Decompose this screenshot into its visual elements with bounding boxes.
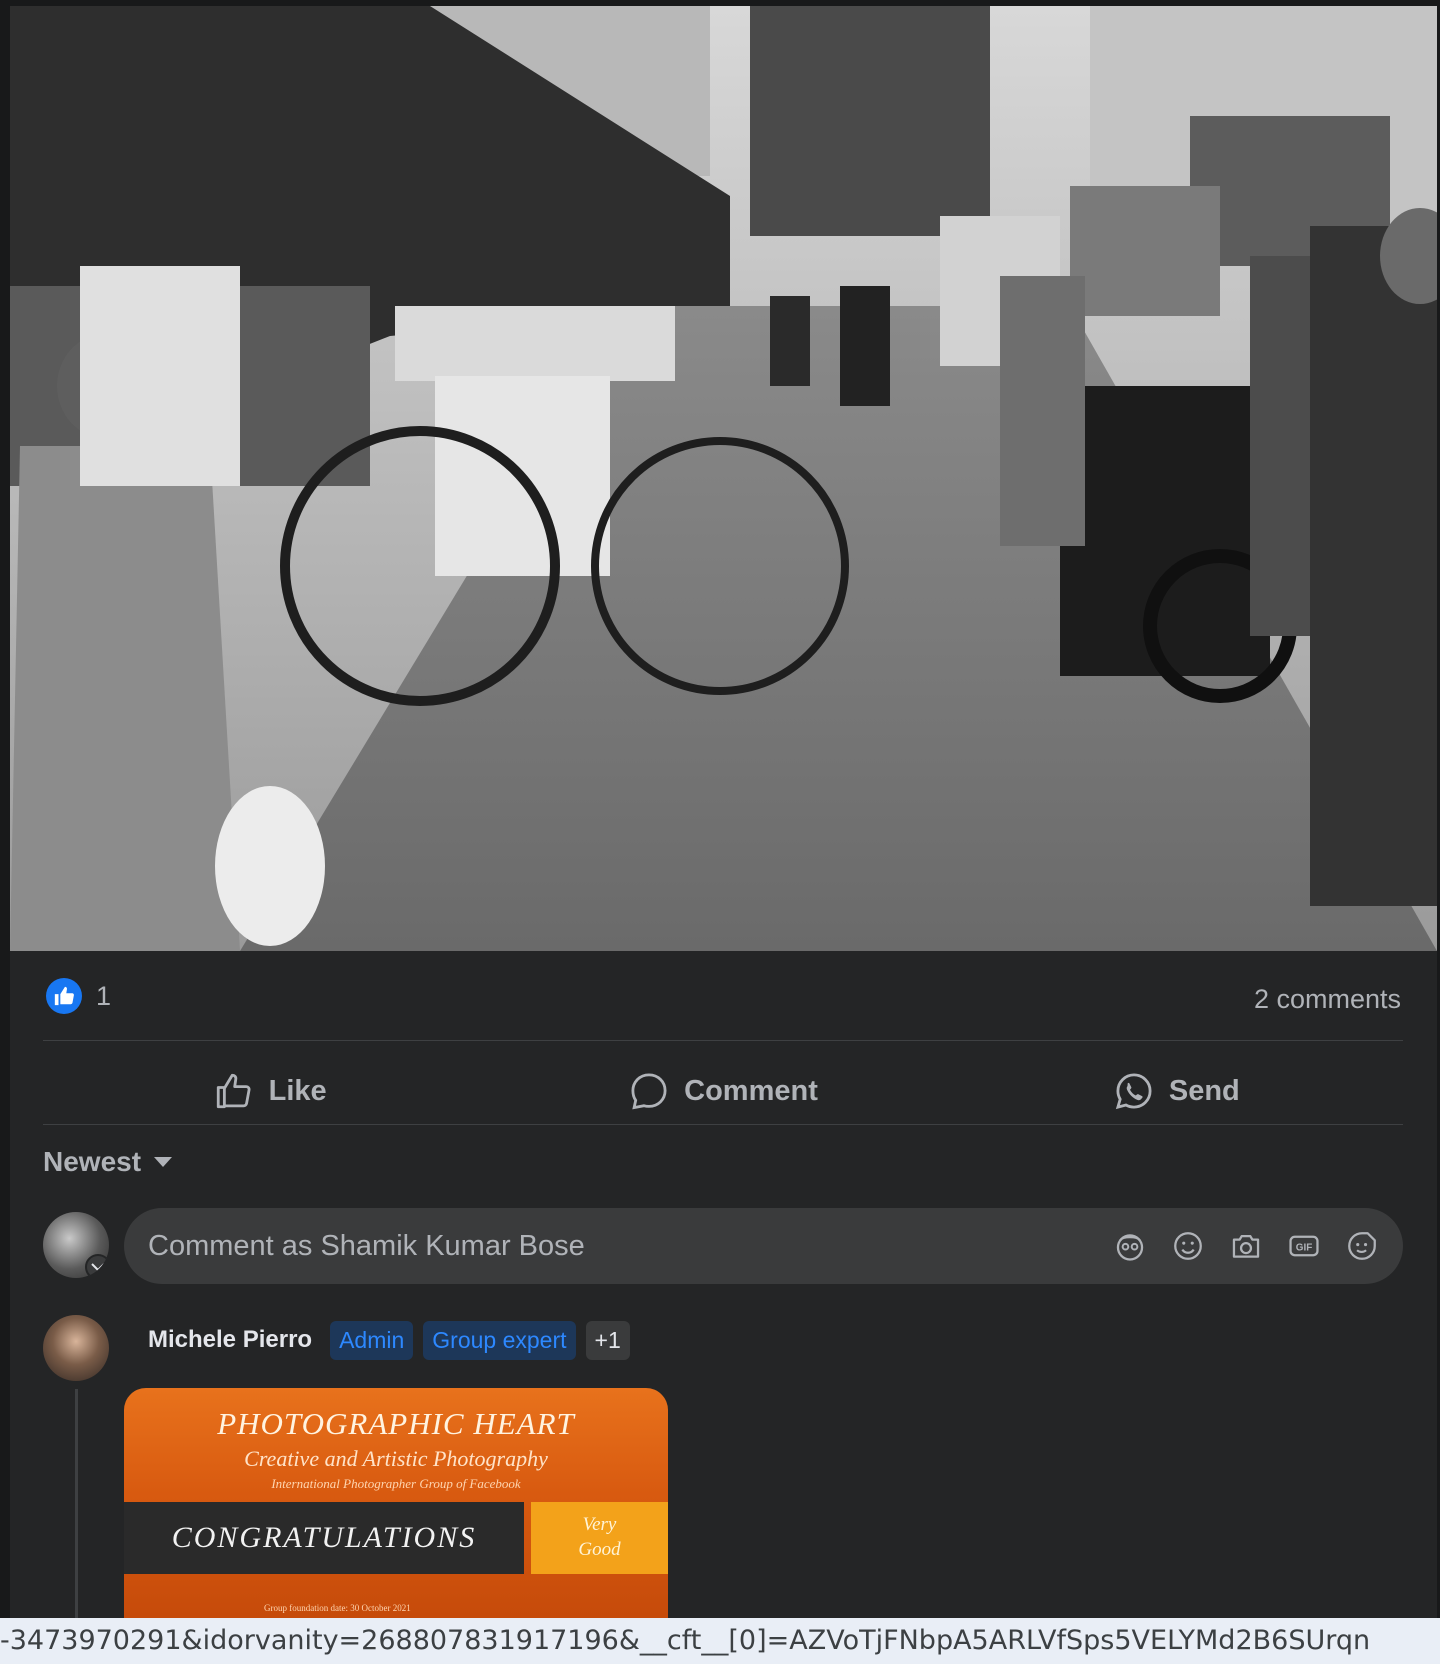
certificate-banner: CONGRATULATIONS (124, 1502, 524, 1574)
sort-label: Newest (43, 1146, 142, 1177)
comment-input[interactable] (148, 1229, 1113, 1263)
status-url-bar: -3473970291&idorvanity=268807831917196&_… (0, 1618, 1440, 1664)
sticker-icon[interactable] (1345, 1229, 1379, 1263)
grade-line-2: Good (578, 1539, 621, 1560)
like-label: Like (268, 1074, 327, 1107)
composer-tools: GIF (1113, 1229, 1379, 1263)
comment-composer: GIF (124, 1208, 1403, 1284)
comment-label: Comment (684, 1074, 818, 1107)
avatar-sticker-icon[interactable] (1113, 1229, 1147, 1263)
divider (43, 1124, 1403, 1125)
comment-author[interactable]: Michele Pierro (148, 1326, 312, 1354)
comment-button[interactable]: Comment (496, 1051, 949, 1131)
certificate-tagline: International Photographer Group of Face… (271, 1476, 521, 1491)
camera-icon[interactable] (1229, 1229, 1263, 1263)
admin-badge[interactable]: Admin (330, 1320, 414, 1360)
feed-post: 1 2 comments Like Comment Send Newest Co… (10, 6, 1437, 1624)
thumbs-up-icon (216, 1073, 251, 1109)
comment-image-attachment[interactable]: PHOTOGRAPHIC HEART Creative and Artistic… (124, 1388, 668, 1624)
comments-count-link[interactable]: 2 comments (1254, 984, 1401, 1015)
speech-bubble-icon (631, 1073, 667, 1110)
certificate-title: PHOTOGRAPHIC HEART (217, 1406, 575, 1441)
emoji-icon[interactable] (1171, 1229, 1205, 1263)
send-label: Send (1168, 1074, 1240, 1107)
comment-sort-dropdown[interactable]: Newest (43, 1146, 173, 1178)
whatsapp-icon (1115, 1073, 1152, 1110)
certificate-footer: Group foundation date: 30 October 2021 (264, 1603, 411, 1613)
like-reaction-icon (46, 978, 82, 1014)
post-actions: Like Comment Send (43, 1051, 1403, 1131)
grade-line-1: Very (582, 1514, 617, 1536)
comment-header: Michele Pierro Admin Group expert +1 (148, 1320, 630, 1360)
commenter-avatar[interactable] (43, 1315, 109, 1381)
more-badges[interactable]: +1 (585, 1320, 630, 1360)
chevron-down-icon[interactable] (85, 1254, 109, 1278)
divider (43, 1040, 1403, 1041)
send-button[interactable]: Send (950, 1051, 1403, 1131)
post-photo[interactable] (10, 6, 1437, 951)
gif-icon[interactable]: GIF (1287, 1229, 1321, 1263)
svg-text:GIF: GIF (1296, 1243, 1313, 1254)
thread-line (75, 1389, 78, 1624)
caret-down-icon (154, 1157, 173, 1167)
certificate-grade: Very Good (531, 1502, 668, 1574)
like-button[interactable]: Like (43, 1051, 496, 1131)
current-user-avatar[interactable] (43, 1212, 109, 1278)
reaction-summary[interactable]: 1 (46, 976, 111, 1016)
certificate-subtitle: Creative and Artistic Photography (244, 1446, 548, 1471)
group-expert-badge[interactable]: Group expert (423, 1320, 576, 1360)
reaction-count: 1 (96, 980, 112, 1011)
